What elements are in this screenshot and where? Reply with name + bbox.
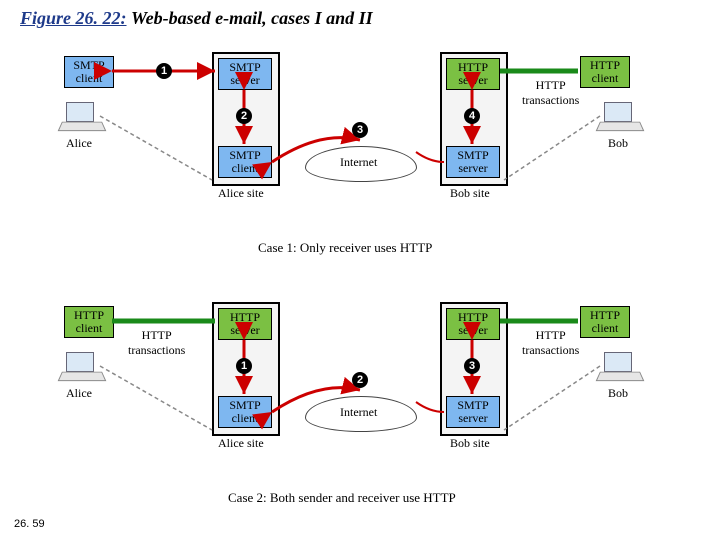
bob-label: Bob [608, 386, 628, 401]
case2-connections [60, 300, 640, 460]
alice-client-box: SMTP client [64, 56, 114, 88]
t: SMTP server [447, 149, 499, 175]
case1-caption: Case 1: Only receiver uses HTTP [258, 240, 432, 256]
alice-site-label: Alice site [218, 186, 264, 201]
bob-client-box: HTTP client [580, 56, 630, 88]
t: SMTP client [219, 149, 271, 175]
step-4: 4 [464, 108, 480, 124]
alice-smtp-client: SMTP client [218, 396, 272, 428]
alice-label: Alice [66, 386, 92, 401]
alice-http-server: HTTP server [218, 308, 272, 340]
case2-caption: Case 2: Both sender and receiver use HTT… [228, 490, 456, 506]
t: SMTP client [219, 399, 271, 425]
step-3: 3 [464, 358, 480, 374]
figure-caption: Web-based e-mail, cases I and II [131, 8, 373, 28]
internet-label: Internet [340, 405, 377, 420]
alice-smtp-server: SMTP server [218, 58, 272, 90]
step-2: 2 [236, 108, 252, 124]
t: SMTP server [447, 399, 499, 425]
bob-smtp-server: SMTP server [446, 396, 500, 428]
bob-label: Bob [608, 136, 628, 151]
bob-site-label: Bob site [450, 186, 490, 201]
page-number: 26. 59 [14, 518, 45, 530]
t: HTTP client [581, 309, 629, 335]
bob-http-server: HTTP server [446, 58, 500, 90]
bob-site-label: Bob site [450, 436, 490, 451]
bob-client-box: HTTP client [580, 306, 630, 338]
t: HTTP server [447, 61, 499, 87]
figure-number: Figure 26. 22: [20, 8, 127, 28]
step-3: 3 [352, 122, 368, 138]
alice-site-label: Alice site [218, 436, 264, 451]
internet-label: Internet [340, 155, 377, 170]
case1-diagram: Alice SMTP client SMTP server SMTP clien… [60, 50, 640, 230]
alice-client-box: HTTP client [64, 306, 114, 338]
bob-smtp-server: SMTP server [446, 146, 500, 178]
t: HTTP server [447, 311, 499, 337]
alice-laptop-icon [60, 102, 102, 132]
alice-client-text: SMTP client [65, 59, 113, 85]
case1-connections [60, 50, 640, 210]
bob-http-server: HTTP server [446, 308, 500, 340]
step-1: 1 [156, 63, 172, 79]
t: HTTP server [219, 311, 271, 337]
alice-smtp-client: SMTP client [218, 146, 272, 178]
http-tx-label: HTTP transactions [522, 78, 579, 108]
step-1: 1 [236, 358, 252, 374]
t: HTTP client [65, 309, 113, 335]
case2-diagram: Alice HTTP client HTTP transactions HTTP… [60, 300, 640, 480]
t: HTTP client [581, 59, 629, 85]
http-tx-right: HTTP transactions [522, 328, 579, 358]
step-2: 2 [352, 372, 368, 388]
t: SMTP server [219, 61, 271, 87]
alice-laptop-icon [60, 352, 102, 382]
http-tx-left: HTTP transactions [128, 328, 185, 358]
alice-label: Alice [66, 136, 92, 151]
bob-laptop-icon [598, 352, 640, 382]
figure-title: Figure 26. 22: Web-based e-mail, cases I… [20, 8, 373, 29]
bob-laptop-icon [598, 102, 640, 132]
